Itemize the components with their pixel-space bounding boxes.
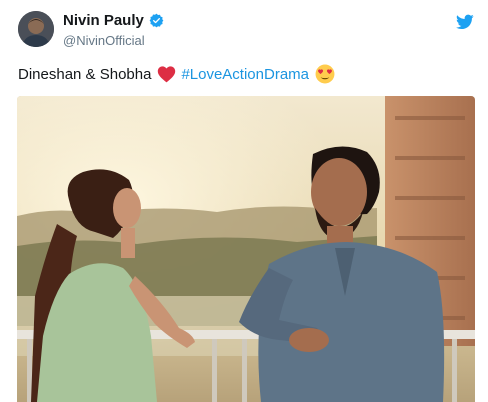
twitter-bird-icon[interactable] bbox=[456, 14, 474, 30]
tweet-text-body: Dineshan & Shobha bbox=[18, 65, 152, 83]
author-handle[interactable]: @NivinOfficial bbox=[63, 33, 145, 48]
heart-eyes-emoji-icon bbox=[315, 64, 335, 84]
hashtag-link[interactable]: #LoveActionDrama bbox=[181, 66, 309, 83]
verified-badge-icon bbox=[149, 13, 164, 28]
tweet-text: Dineshan & Shobha #LoveActionDrama bbox=[18, 64, 335, 84]
tweet-photo[interactable] bbox=[17, 96, 475, 402]
red-heart-icon bbox=[157, 65, 176, 83]
author-display-name[interactable]: Nivin Pauly bbox=[63, 12, 144, 29]
author-name-row: Nivin Pauly bbox=[63, 12, 164, 29]
tweet-card: Nivin Pauly @NivinOfficial Dineshan & Sh… bbox=[0, 0, 488, 402]
author-avatar[interactable] bbox=[18, 11, 54, 47]
